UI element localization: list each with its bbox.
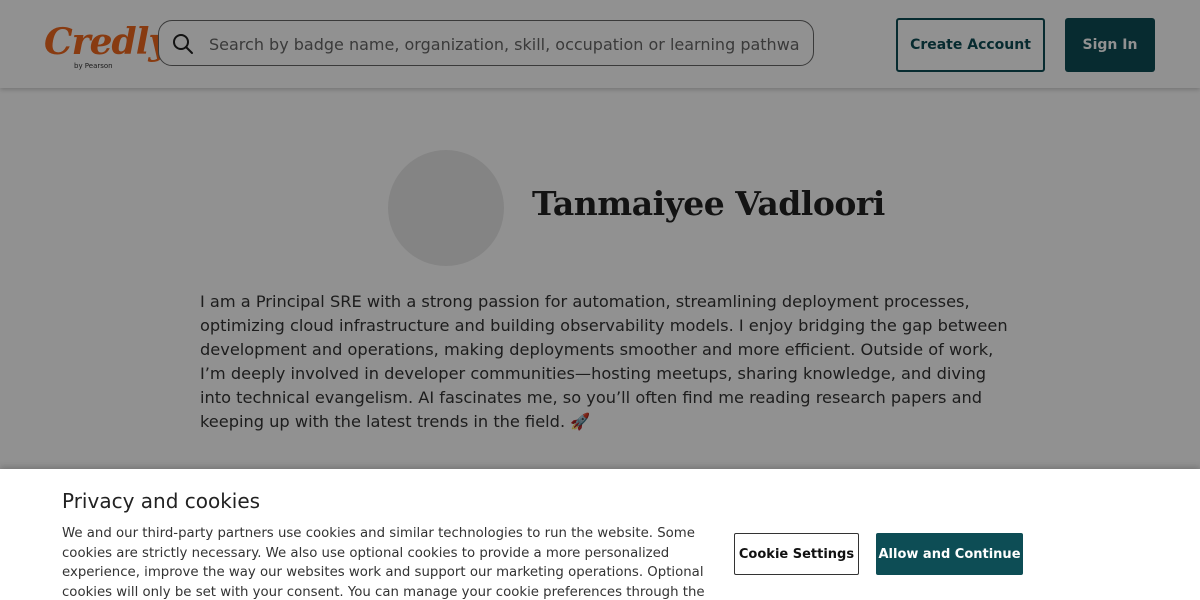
cookie-banner: Privacy and cookies We and our third-par… (0, 469, 1200, 600)
cookie-banner-text: We and our third-party partners use cook… (62, 526, 705, 600)
allow-continue-button[interactable]: Allow and Continue (876, 533, 1023, 575)
cookie-banner-title: Privacy and cookies (62, 489, 261, 513)
cookie-settings-button[interactable]: Cookie Settings (734, 533, 859, 575)
